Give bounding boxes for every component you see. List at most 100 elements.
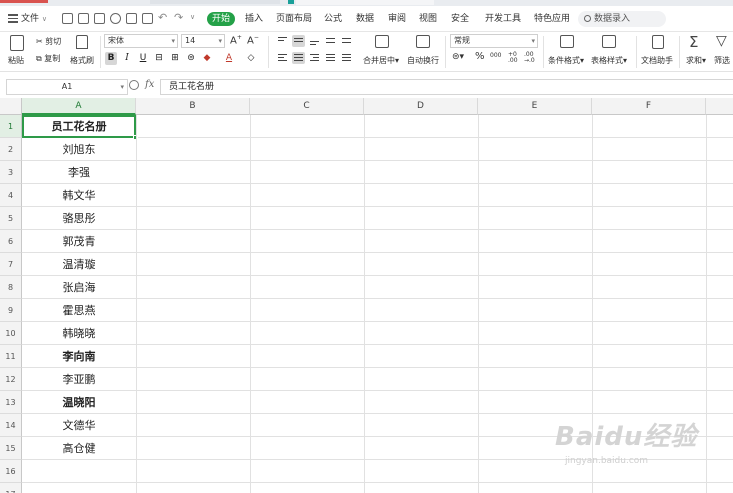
row-header[interactable]: 14 [0, 414, 22, 437]
window-tab-active[interactable] [296, 0, 434, 5]
strikethrough-icon[interactable]: ⊟ [153, 52, 165, 65]
command-search[interactable]: 数据录入 [578, 11, 666, 27]
tab-page-layout[interactable]: 页面布局 [276, 6, 312, 32]
outdent-icon[interactable] [340, 35, 353, 47]
number-format-select[interactable]: 常规 ▾ [450, 34, 538, 48]
justify-icon[interactable] [324, 52, 337, 64]
column-header-b[interactable]: B [136, 98, 250, 115]
row-header[interactable]: 15 [0, 437, 22, 460]
row-header[interactable]: 17 [0, 483, 22, 493]
distribute-icon[interactable] [340, 52, 353, 64]
tab-insert[interactable]: 插入 [245, 6, 263, 32]
select-all-corner[interactable] [0, 98, 22, 115]
redo-icon[interactable]: ↷ [174, 12, 185, 23]
name-cell[interactable]: 刘旭东 [22, 138, 136, 161]
name-cell[interactable]: 郭茂青 [22, 230, 136, 253]
export-pdf-icon[interactable] [110, 13, 121, 24]
row-header[interactable]: 4 [0, 184, 22, 207]
border-icon[interactable]: ⊞ [169, 52, 181, 65]
cell-style-icon[interactable]: ⊜ [185, 52, 197, 65]
name-cell[interactable]: 霍思燕 [22, 299, 136, 322]
tab-security[interactable]: 安全 [451, 6, 469, 32]
quick-access-chevron-icon[interactable]: ∨ [190, 12, 201, 23]
currency-icon[interactable]: ⊜▾ [452, 52, 464, 62]
name-box[interactable]: A1 ▾ [6, 79, 128, 95]
clear-format-icon[interactable]: ◇ [245, 52, 257, 65]
fill-color-icon[interactable]: ◆ [201, 52, 213, 65]
align-center-icon[interactable] [292, 52, 305, 64]
fx-icon[interactable]: fx [145, 79, 154, 90]
tab-review[interactable]: 审阅 [388, 6, 406, 32]
undo-icon[interactable]: ↶ [158, 12, 169, 23]
save-icon[interactable] [94, 13, 105, 24]
print-icon[interactable] [126, 13, 137, 24]
tab-home[interactable]: 开始 [207, 12, 235, 26]
row-header[interactable]: 12 [0, 368, 22, 391]
name-cell[interactable]: 张启海 [22, 276, 136, 299]
column-header-a[interactable]: A [22, 98, 136, 115]
row-header[interactable]: 3 [0, 161, 22, 184]
column-header-g[interactable] [706, 98, 733, 115]
file-menu[interactable]: 文件 ∨ [8, 6, 47, 32]
row-header[interactable]: 10 [0, 322, 22, 345]
row-header[interactable]: 16 [0, 460, 22, 483]
column-header-f[interactable]: F [592, 98, 706, 115]
name-cell[interactable]: 骆思彤 [22, 207, 136, 230]
name-cell[interactable]: 韩晓晓 [22, 322, 136, 345]
name-cell[interactable] [22, 460, 136, 483]
tab-data[interactable]: 数据 [356, 6, 374, 32]
align-middle-icon[interactable] [292, 35, 305, 47]
row-header[interactable]: 1 [0, 115, 22, 138]
cut-button[interactable]: ✂ 剪切 [36, 36, 61, 47]
row-header[interactable]: 2 [0, 138, 22, 161]
font-color-icon[interactable]: A [223, 52, 235, 65]
name-cell[interactable]: 李强 [22, 161, 136, 184]
name-cell[interactable] [22, 483, 136, 493]
copy-button[interactable]: ⧉ 复制 [36, 53, 60, 64]
name-cell[interactable]: 李亚鹏 [22, 368, 136, 391]
row-header[interactable]: 9 [0, 299, 22, 322]
new-file-icon[interactable] [62, 13, 73, 24]
cell-a1-selected[interactable]: 员工花名册 [22, 115, 138, 140]
row-header[interactable]: 6 [0, 230, 22, 253]
increase-decimal-icon[interactable]: +0.00 [508, 52, 518, 64]
name-cell[interactable]: 温清璇 [22, 253, 136, 276]
row-header[interactable]: 7 [0, 253, 22, 276]
row-header[interactable]: 11 [0, 345, 22, 368]
row-header[interactable]: 5 [0, 207, 22, 230]
name-cell[interactable]: 高仓健 [22, 437, 136, 460]
tab-formulas[interactable]: 公式 [324, 6, 342, 32]
formula-input[interactable]: 员工花名册 [160, 79, 733, 95]
open-folder-icon[interactable] [78, 13, 89, 24]
name-cell[interactable]: 李向南 [22, 345, 136, 368]
name-cell[interactable]: 温晓阳 [22, 391, 136, 414]
decrease-decimal-icon[interactable]: .00 →.0 [524, 52, 535, 64]
tab-special-apps[interactable]: 特色应用 [534, 6, 570, 32]
tab-view[interactable]: 视图 [419, 6, 437, 32]
font-size-select[interactable]: 14 ▾ [181, 34, 225, 48]
percent-button[interactable]: % [475, 51, 485, 62]
font-name-select[interactable]: 宋体 ▾ [104, 34, 178, 48]
name-cell[interactable]: 文德华 [22, 414, 136, 437]
align-right-icon[interactable] [308, 52, 321, 64]
zoom-icon[interactable] [129, 80, 139, 90]
underline-button[interactable]: U [137, 52, 149, 65]
italic-button[interactable]: I [121, 52, 133, 65]
align-bottom-icon[interactable] [308, 35, 321, 47]
window-tab[interactable] [150, 0, 280, 4]
column-header-e[interactable]: E [478, 98, 592, 115]
indent-icon[interactable] [324, 35, 337, 47]
print-preview-icon[interactable] [142, 13, 153, 24]
increase-font-icon[interactable]: A+ [230, 34, 242, 46]
bold-button[interactable]: B [105, 52, 117, 65]
row-header[interactable]: 8 [0, 276, 22, 299]
align-top-icon[interactable] [276, 35, 289, 47]
column-header-c[interactable]: C [250, 98, 364, 115]
column-header-d[interactable]: D [364, 98, 478, 115]
row-header[interactable]: 13 [0, 391, 22, 414]
name-cell[interactable]: 韩文华 [22, 184, 136, 207]
tab-developer[interactable]: 开发工具 [485, 6, 521, 32]
align-left-icon[interactable] [276, 52, 289, 64]
decrease-font-icon[interactable]: A− [247, 34, 259, 46]
thousands-button[interactable]: 000 [490, 52, 501, 59]
